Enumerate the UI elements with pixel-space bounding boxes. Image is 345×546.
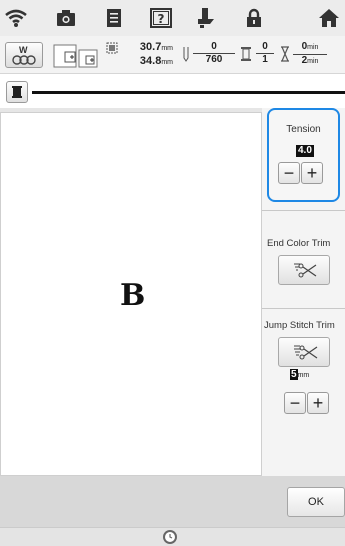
wlan-design-button[interactable]: W <box>5 42 43 68</box>
footer-bar <box>0 527 345 546</box>
thread-color-row <box>0 74 345 108</box>
embroidery-frame-icon[interactable] <box>53 43 103 69</box>
jump-trim-scissors-icon <box>294 345 318 360</box>
design-size-icon <box>106 42 118 54</box>
design-info-bar: W 30.7mm 34.8mm 0 760 0 1 0min 2min <box>0 36 345 74</box>
stitch-count: 0 760 <box>193 41 235 66</box>
document-icon[interactable] <box>100 4 128 32</box>
jump-plus-button[interactable]: + <box>307 392 329 414</box>
tension-control: Tension 4.0 − + <box>267 108 340 202</box>
jump-length-value: 5mm <box>290 369 310 380</box>
thread-spool-button[interactable] <box>6 81 28 103</box>
end-color-trim-button[interactable] <box>278 255 330 285</box>
thread-spool-icon <box>241 47 251 61</box>
design-height: 34.8 <box>139 55 162 67</box>
hourglass-icon <box>281 46 289 62</box>
jump-stitch-trim-label: Jump Stitch Trim <box>264 320 335 331</box>
camera-icon[interactable] <box>52 4 80 32</box>
color-count: 0 1 <box>256 41 274 66</box>
wlan-label: W <box>19 45 28 55</box>
help-icon[interactable]: ? <box>147 4 175 32</box>
wifi-icon[interactable] <box>2 4 30 32</box>
needle-icon <box>183 47 189 62</box>
tension-value: 4.0 <box>296 145 314 157</box>
divider <box>262 210 345 211</box>
clock-icon[interactable] <box>163 530 177 544</box>
time-remaining: 0min 2min <box>293 41 327 68</box>
home-icon[interactable] <box>315 4 343 32</box>
trim-scissors-icon <box>294 263 317 278</box>
lock-icon[interactable] <box>240 4 268 32</box>
tension-plus-button[interactable]: + <box>301 162 323 184</box>
divider <box>262 308 345 309</box>
jump-stitch-trim-button[interactable] <box>278 337 330 367</box>
design-preview-letter: B <box>120 278 146 313</box>
svg-text:?: ? <box>158 12 165 26</box>
ok-button[interactable]: OK <box>287 487 345 517</box>
end-color-trim-label: End Color Trim <box>267 238 331 249</box>
tension-label: Tension <box>286 124 321 135</box>
design-dimensions: 30.7mm 34.8mm <box>139 41 173 67</box>
tension-minus-button[interactable]: − <box>278 162 300 184</box>
jump-minus-button[interactable]: − <box>284 392 306 414</box>
presser-foot-icon[interactable] <box>192 4 220 32</box>
design-width: 30.7 <box>139 41 162 53</box>
top-toolbar: ? <box>0 0 345 36</box>
thread-color-bar <box>32 91 345 94</box>
